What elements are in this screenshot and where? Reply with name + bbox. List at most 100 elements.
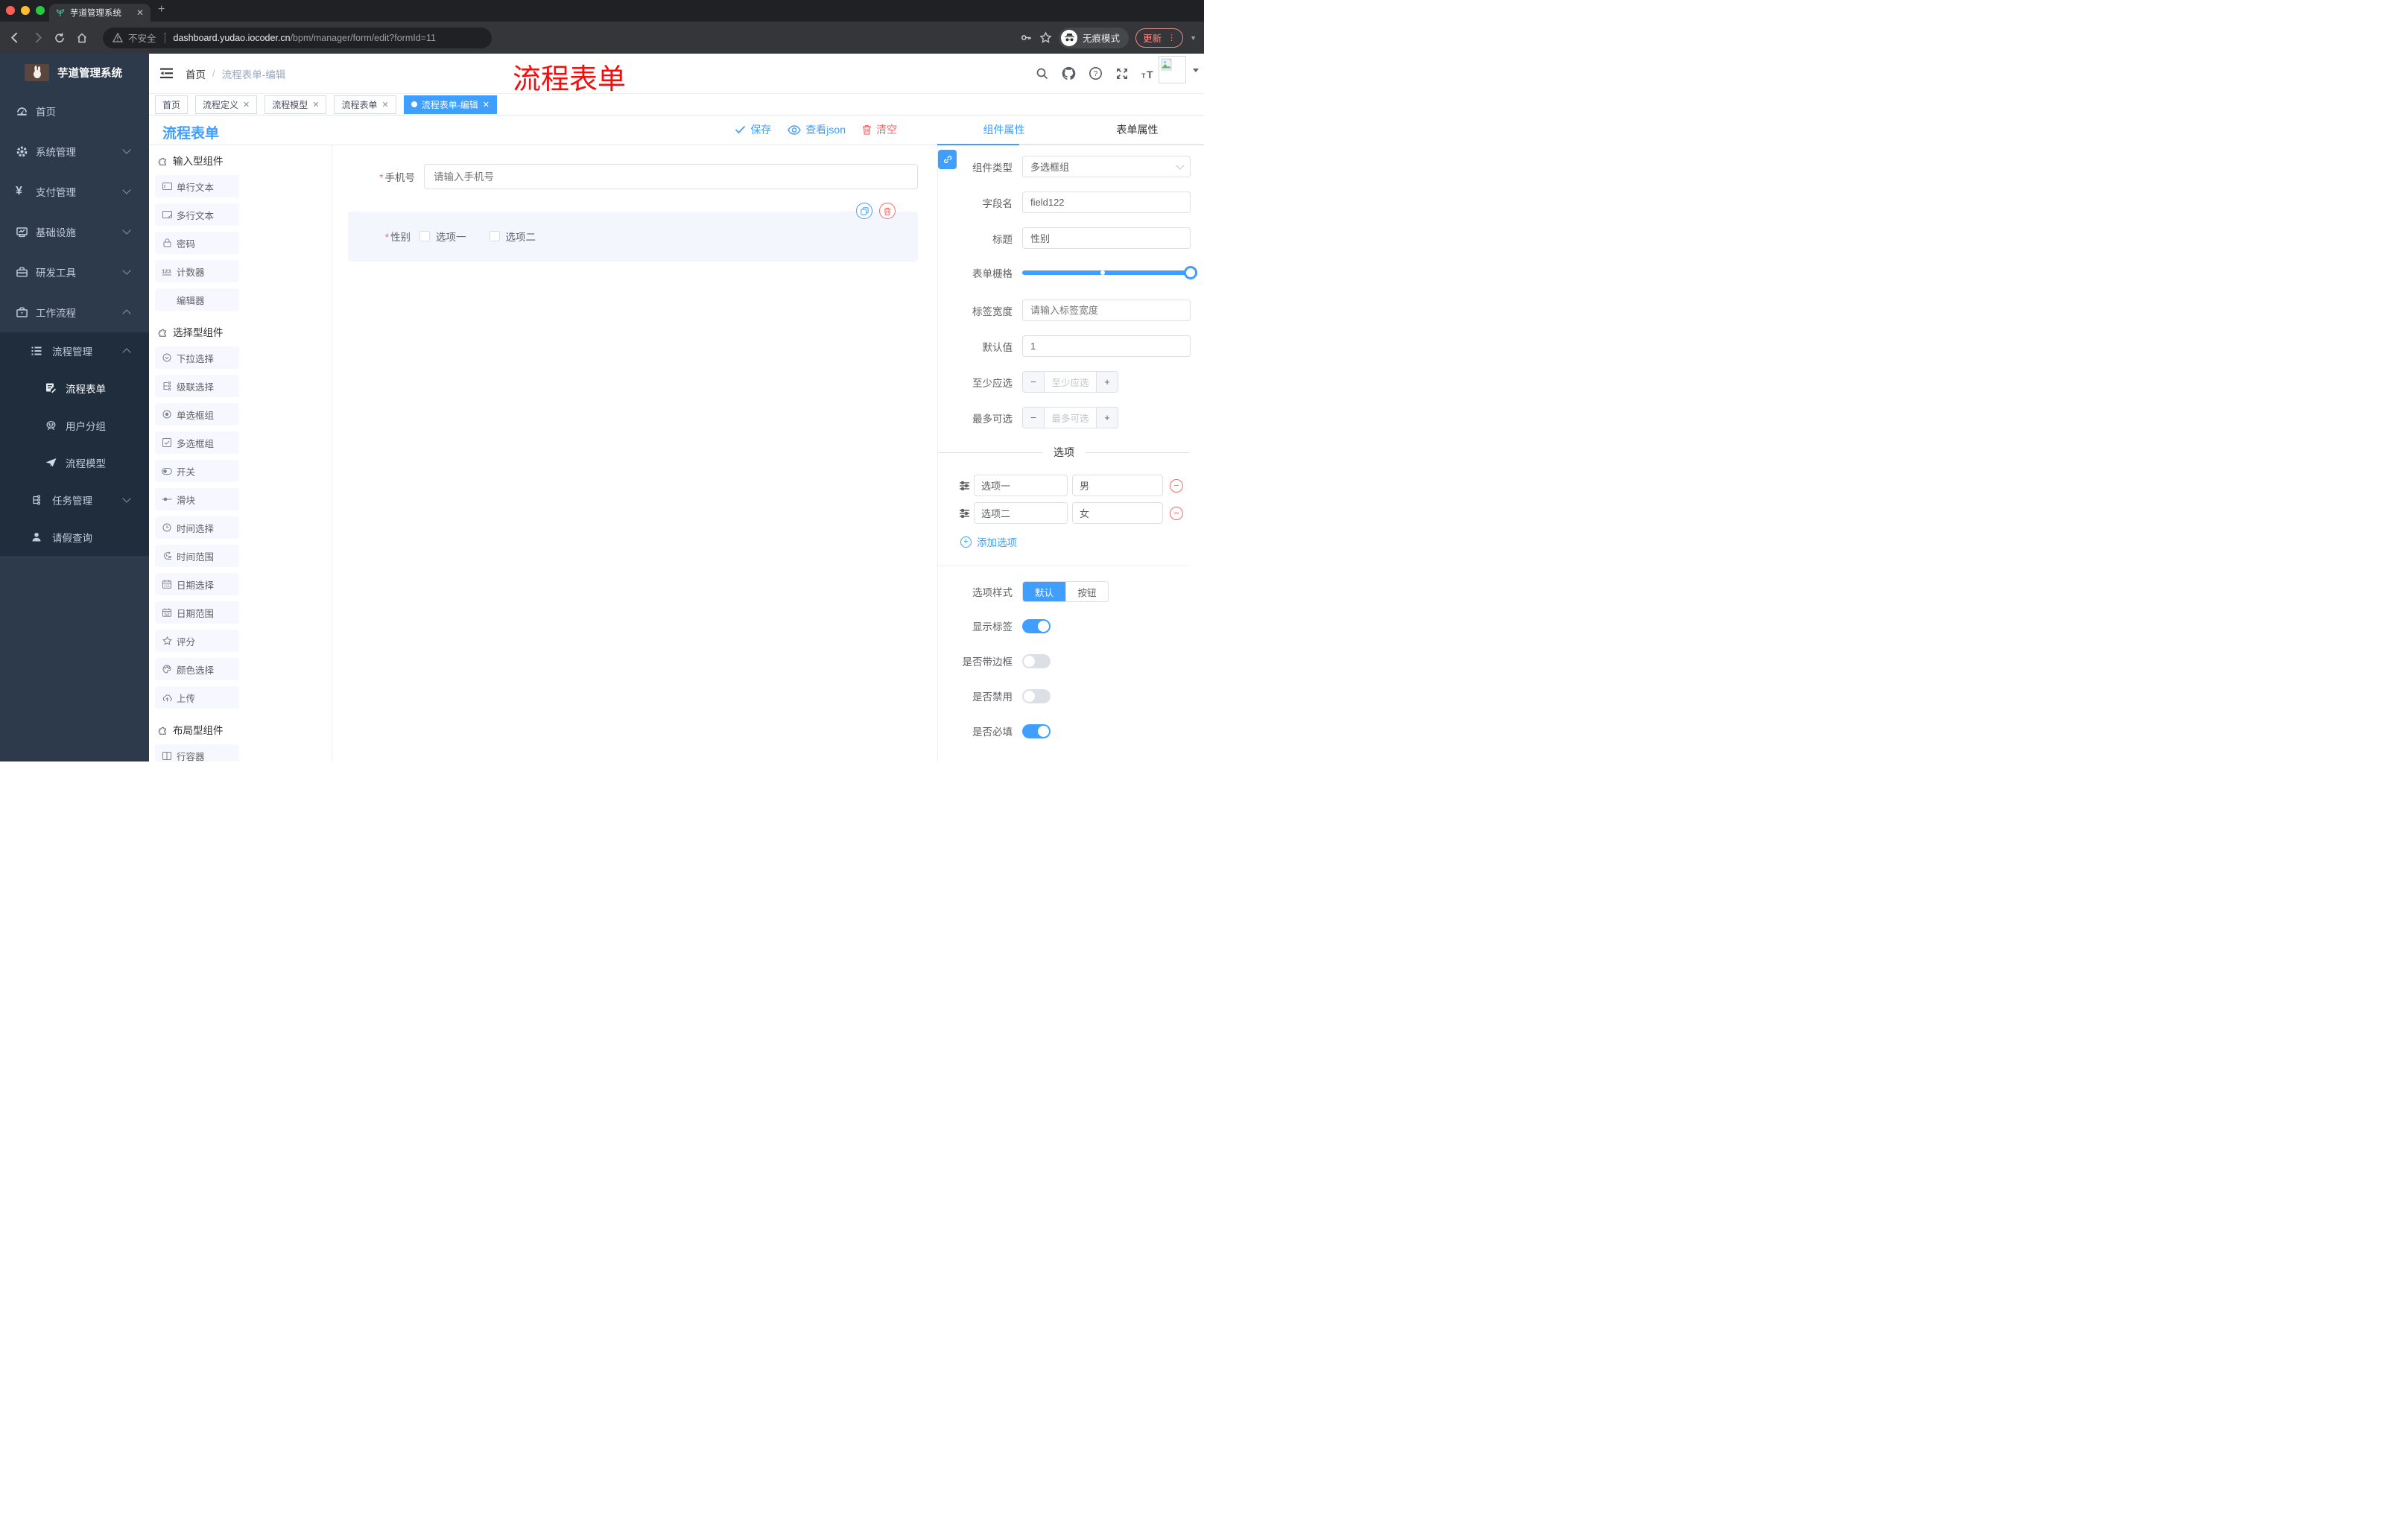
github-icon[interactable] — [1062, 66, 1076, 80]
view-json-button[interactable]: 查看json — [788, 122, 846, 137]
reload-icon[interactable] — [54, 32, 76, 44]
slider-thumb[interactable] — [1184, 266, 1197, 279]
grid-slider[interactable] — [1022, 266, 1197, 279]
breadcrumb-home[interactable]: 首页 — [186, 66, 206, 81]
add-option-button[interactable]: + 添加选项 — [960, 534, 1190, 549]
show-label-toggle[interactable] — [1022, 618, 1051, 633]
drag-handle-icon[interactable] — [959, 508, 974, 519]
phone-field-row[interactable]: * 手机号 — [348, 164, 918, 189]
increase-button[interactable]: + — [1097, 372, 1118, 392]
component-time-picker[interactable]: 时间选择 — [155, 516, 239, 539]
sidebar-item-process-management[interactable]: 流程管理 — [0, 332, 149, 370]
phone-field-input[interactable] — [424, 164, 918, 189]
increase-button[interactable]: + — [1097, 408, 1118, 428]
field-name-input[interactable] — [1022, 191, 1191, 213]
avatar-caret-icon[interactable] — [1193, 69, 1199, 72]
help-icon[interactable]: ? — [1089, 66, 1103, 80]
checkbox-icon[interactable] — [419, 231, 430, 241]
option-label-input[interactable] — [974, 475, 1068, 496]
sidebar-item-process-model[interactable]: 流程模型 — [0, 444, 149, 481]
clear-button[interactable]: 清空 — [862, 122, 897, 137]
app-logo[interactable]: 芋道管理系统 — [0, 54, 149, 91]
component-rate[interactable]: 评分 — [155, 630, 239, 652]
decrease-button[interactable]: − — [1023, 408, 1044, 428]
required-toggle[interactable] — [1022, 723, 1051, 738]
component-counter[interactable]: 123 计数器 — [155, 260, 239, 282]
remove-option-button[interactable]: − — [1170, 478, 1183, 493]
component-checkbox-group[interactable]: 多选框组 — [155, 431, 239, 454]
option-value-input[interactable] — [1072, 502, 1163, 524]
text-size-icon[interactable]: TT — [1141, 68, 1156, 80]
browser-menu-icon[interactable]: ⋮ — [1167, 33, 1176, 42]
drag-handle-icon[interactable] — [959, 481, 974, 491]
tag-process-form[interactable]: 流程表单 ✕ — [334, 95, 396, 114]
selected-field-gender[interactable]: * 性别 选项一 选项二 — [348, 203, 918, 262]
sidebar-item-infra[interactable]: 基础设施 — [0, 212, 149, 252]
toolbar-caret-icon[interactable]: ▼ — [1190, 34, 1197, 42]
sidebar-item-payment[interactable]: ¥ 支付管理 — [0, 171, 149, 212]
sidebar-item-process-form[interactable]: 流程表单 — [0, 370, 149, 407]
browser-tab[interactable]: 芋道管理系统 ✕ — [49, 4, 150, 22]
disabled-toggle[interactable] — [1022, 688, 1051, 703]
label-width-input[interactable] — [1022, 300, 1191, 321]
component-editor[interactable]: 编辑器 — [155, 288, 239, 311]
close-window-button[interactable] — [6, 6, 15, 15]
option-label-input[interactable] — [974, 502, 1068, 524]
new-tab-button[interactable]: + — [158, 3, 165, 16]
default-value-input[interactable] — [1022, 335, 1191, 357]
sidebar-item-devtools[interactable]: 研发工具 — [0, 252, 149, 292]
maximize-window-button[interactable] — [36, 6, 45, 15]
forward-icon[interactable] — [31, 31, 54, 44]
tag-close-icon[interactable]: ✕ — [382, 100, 389, 110]
warning-icon[interactable] — [113, 33, 123, 42]
url-bar[interactable]: 不安全 dashboard.yudao.iocoder.cn/bpm/manag… — [103, 27, 492, 48]
component-switch[interactable]: 开关 — [155, 460, 239, 482]
tag-process-form-edit[interactable]: 流程表单-编辑 ✕ — [403, 95, 497, 114]
tab-component-props[interactable]: 组件属性 — [937, 115, 1071, 144]
min-select-value[interactable]: 至少应选 — [1044, 372, 1097, 392]
copy-field-button[interactable] — [856, 203, 872, 219]
component-time-range[interactable]: 时间范围 — [155, 545, 239, 567]
component-date-range[interactable]: 日期范围 — [155, 601, 239, 624]
component-date-picker[interactable]: 日期选择 — [155, 573, 239, 595]
remove-option-button[interactable]: − — [1170, 506, 1183, 520]
tag-process-definition[interactable]: 流程定义 ✕ — [195, 95, 258, 114]
sidebar-item-user-group[interactable]: 用户分组 — [0, 407, 149, 444]
sidebar-item-home[interactable]: 首页 — [0, 91, 149, 131]
save-button[interactable]: 保存 — [735, 122, 771, 137]
delete-field-button[interactable] — [879, 203, 896, 219]
option-value-input[interactable] — [1072, 475, 1163, 496]
component-upload[interactable]: 上传 — [155, 686, 239, 709]
component-radio-group[interactable]: 单选框组 — [155, 403, 239, 425]
gender-option-1[interactable]: 选项一 — [419, 229, 466, 244]
component-slider[interactable]: 滑块 — [155, 488, 239, 510]
gender-option-2[interactable]: 选项二 — [489, 229, 536, 244]
update-button[interactable]: 更新 ⋮ — [1135, 28, 1184, 48]
tab-form-props[interactable]: 表单属性 — [1071, 115, 1204, 144]
avatar[interactable] — [1159, 56, 1186, 83]
sidebar-item-workflow[interactable]: 工作流程 — [0, 292, 149, 332]
tab-close-icon[interactable]: ✕ — [136, 7, 144, 18]
sidebar-item-leave-query[interactable]: 请假查询 — [0, 519, 149, 556]
style-button-button[interactable]: 按钮 — [1065, 582, 1108, 601]
collapse-sidebar-icon[interactable] — [160, 68, 173, 79]
sidebar-item-task-management[interactable]: 任务管理 — [0, 481, 149, 519]
component-cascader[interactable]: 级联选择 — [155, 375, 239, 397]
fullscreen-icon[interactable] — [1115, 67, 1129, 80]
component-single-line-text[interactable]: 单行文本 — [155, 175, 239, 197]
sidebar-item-system[interactable]: 系统管理 — [0, 131, 149, 171]
key-icon[interactable] — [1020, 31, 1033, 44]
component-type-select[interactable] — [1022, 156, 1191, 177]
max-select-value[interactable]: 最多可选 — [1044, 408, 1097, 428]
component-color-picker[interactable]: 颜色选择 — [155, 658, 239, 680]
home-icon[interactable] — [76, 32, 98, 44]
tag-home[interactable]: 首页 — [155, 95, 188, 114]
border-toggle[interactable] — [1022, 653, 1051, 668]
title-input[interactable] — [1022, 227, 1191, 249]
tag-process-model[interactable]: 流程模型 ✕ — [264, 95, 327, 114]
component-row-container[interactable]: 行容器 — [155, 744, 239, 762]
bookmark-star-icon[interactable] — [1039, 31, 1052, 44]
decrease-button[interactable]: − — [1023, 372, 1044, 392]
component-password[interactable]: 密码 — [155, 232, 239, 254]
back-icon[interactable] — [9, 31, 31, 44]
